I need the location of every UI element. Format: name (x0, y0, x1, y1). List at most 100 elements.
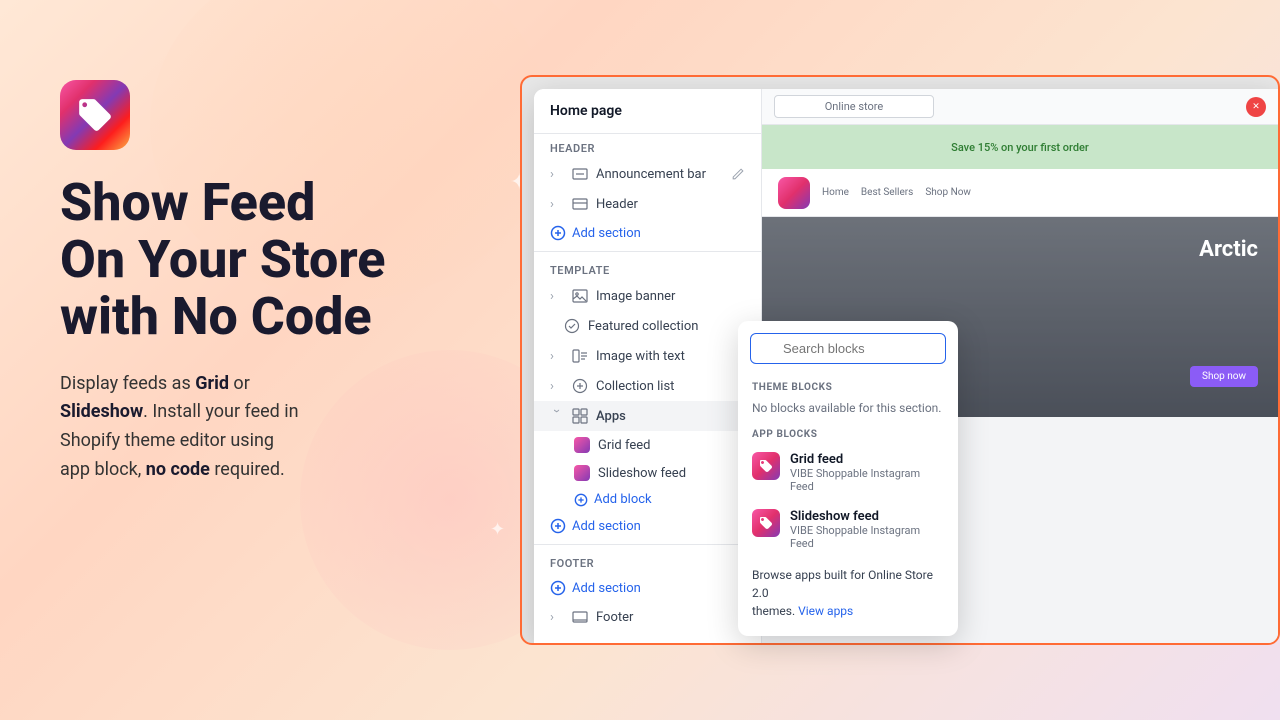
apps-label: Apps (596, 409, 745, 424)
preview-url-bar: Online store (774, 95, 934, 118)
search-input-container (750, 333, 946, 364)
footer-add-section-label: Add section (572, 581, 641, 596)
slideshow-feed-app-icon (574, 465, 590, 481)
editor-sidebar: Home page Header › Announcement bar › (534, 89, 762, 643)
section-label-footer: Footer (534, 549, 761, 574)
price-tag-icon (76, 96, 114, 134)
main-description: Display feeds as Grid or Slideshow. Inst… (60, 370, 450, 485)
divider-1 (534, 251, 761, 252)
header-icon (572, 196, 588, 212)
chevron-right-icon: › (550, 167, 564, 181)
image-banner-icon (572, 288, 588, 304)
dropdown-browse-text: Browse apps built for Online Store 2.0th… (738, 558, 958, 624)
sidebar-item-featured-collection[interactable]: Featured collection (534, 311, 761, 341)
nav-home: Home (822, 187, 849, 198)
sidebar-item-collection-list[interactable]: › Collection list (534, 371, 761, 401)
dropdown-slideshow-feed-item[interactable]: Slideshow feed VIBE Shoppable Instagram … (738, 501, 958, 558)
tag-icon-grid (758, 458, 774, 474)
bold-grid: Grid (195, 373, 229, 394)
footer-add-section-btn[interactable]: Add section (534, 574, 761, 602)
store-logo (778, 177, 810, 209)
plus-icon-footer (550, 580, 566, 596)
sidebar-item-image-banner[interactable]: › Image banner (534, 281, 761, 311)
section-label-header: Header (534, 134, 761, 159)
preview-header-bar: Online store ✕ (762, 89, 1278, 125)
chevron-right-icon-footer: › (550, 610, 564, 624)
theme-blocks-empty-msg: No blocks available for this section. (738, 397, 958, 423)
sidebar-item-image-with-text[interactable]: › Image with text (534, 341, 761, 371)
search-blocks-input[interactable] (750, 333, 946, 364)
image-with-text-label: Image with text (596, 349, 745, 364)
sidebar-item-header[interactable]: › Header (534, 189, 761, 219)
template-add-section-btn[interactable]: Add section (534, 512, 761, 540)
preview-close-btn[interactable]: ✕ (1246, 97, 1266, 117)
collection-list-label: Collection list (596, 379, 745, 394)
image-banner-label: Image banner (596, 289, 745, 304)
store-nav-links: Home Best Sellers Shop Now (822, 187, 971, 198)
store-cta-btn[interactable]: Shop now (1190, 366, 1258, 387)
sidebar-nested-grid-feed[interactable]: Grid feed (534, 431, 761, 459)
app-icon (60, 80, 130, 150)
footer-label: Footer (596, 610, 745, 625)
footer-icon (572, 609, 588, 625)
store-nav: Home Best Sellers Shop Now (762, 169, 1278, 217)
plus-icon-header (550, 225, 566, 241)
edit-icon[interactable] (731, 167, 745, 181)
nav-shop-now: Shop Now (925, 187, 971, 198)
grid-feed-nested-label: Grid feed (598, 438, 650, 453)
app-blocks-title: APP BLOCKS (738, 423, 958, 444)
bold-no-code: no code (146, 459, 210, 480)
chevron-right-icon-2: › (550, 197, 564, 211)
left-panel: Show FeedOn Your Storewith No Code Displ… (60, 80, 520, 485)
grid-feed-app-icon (574, 437, 590, 453)
store-banner: Save 15% on your first order (762, 125, 1278, 169)
apps-icon (572, 408, 588, 424)
main-headline: Show FeedOn Your Storewith No Code (60, 174, 520, 346)
featured-collection-label: Featured collection (588, 319, 745, 334)
chevron-right-icon-3: › (550, 289, 564, 303)
sidebar-item-footer[interactable]: › Footer (534, 602, 761, 632)
theme-blocks-title: THEME BLOCKS (738, 376, 958, 397)
header-add-section-btn[interactable]: Add section (534, 219, 761, 247)
plus-icon-template (550, 518, 566, 534)
announcement-bar-icon (572, 166, 588, 182)
dropdown-grid-feed-info: Grid feed VIBE Shoppable Instagram Feed (790, 452, 944, 493)
dropdown-slideshow-feed-info: Slideshow feed VIBE Shoppable Instagram … (790, 509, 944, 550)
tag-icon-slideshow (758, 515, 774, 531)
sidebar-home-page: Home page (534, 89, 761, 134)
plus-icon-block (574, 493, 588, 507)
sidebar-item-apps[interactable]: › Apps (534, 401, 761, 431)
dropdown-grid-feed-icon (752, 452, 780, 480)
template-add-section-label: Add section (572, 519, 641, 534)
sidebar-item-announcement-bar[interactable]: › Announcement bar (534, 159, 761, 189)
sparkle-3: ✦ (490, 519, 505, 540)
search-input-wrap (738, 321, 958, 376)
dropdown-grid-feed-name: Grid feed (790, 452, 944, 467)
chevron-right-icon-4: › (550, 349, 564, 363)
featured-collection-icon (564, 318, 580, 334)
nav-best-sellers: Best Sellers (861, 187, 913, 198)
section-label-template: Template (534, 256, 761, 281)
dropdown-grid-feed-sub: VIBE Shoppable Instagram Feed (790, 467, 944, 493)
slideshow-feed-nested-label: Slideshow feed (598, 466, 686, 481)
header-label: Header (596, 197, 745, 212)
announcement-bar-label: Announcement bar (596, 167, 723, 182)
browser-area: Home page Header › Announcement bar › (520, 75, 1280, 645)
chevron-right-icon-5: › (550, 379, 564, 393)
image-with-text-icon (572, 348, 588, 364)
add-block-button[interactable]: Add block (534, 487, 761, 512)
bold-slideshow: Slideshow (60, 401, 143, 422)
header-add-section-label: Add section (572, 226, 641, 241)
add-block-label: Add block (594, 492, 652, 507)
sidebar-nested-slideshow-feed[interactable]: Slideshow feed (534, 459, 761, 487)
collection-list-icon (572, 378, 588, 394)
dropdown-slideshow-feed-icon (752, 509, 780, 537)
dropdown-slideshow-feed-name: Slideshow feed (790, 509, 944, 524)
dropdown-grid-feed-item[interactable]: Grid feed VIBE Shoppable Instagram Feed (738, 444, 958, 501)
search-blocks-dropdown: THEME BLOCKS No blocks available for thi… (738, 321, 958, 636)
view-apps-link[interactable]: View apps (798, 604, 853, 618)
store-hero-title: Arctic (1199, 237, 1258, 262)
dropdown-slideshow-feed-sub: VIBE Shoppable Instagram Feed (790, 524, 944, 550)
divider-2 (534, 544, 761, 545)
chevron-down-icon: › (550, 409, 564, 423)
